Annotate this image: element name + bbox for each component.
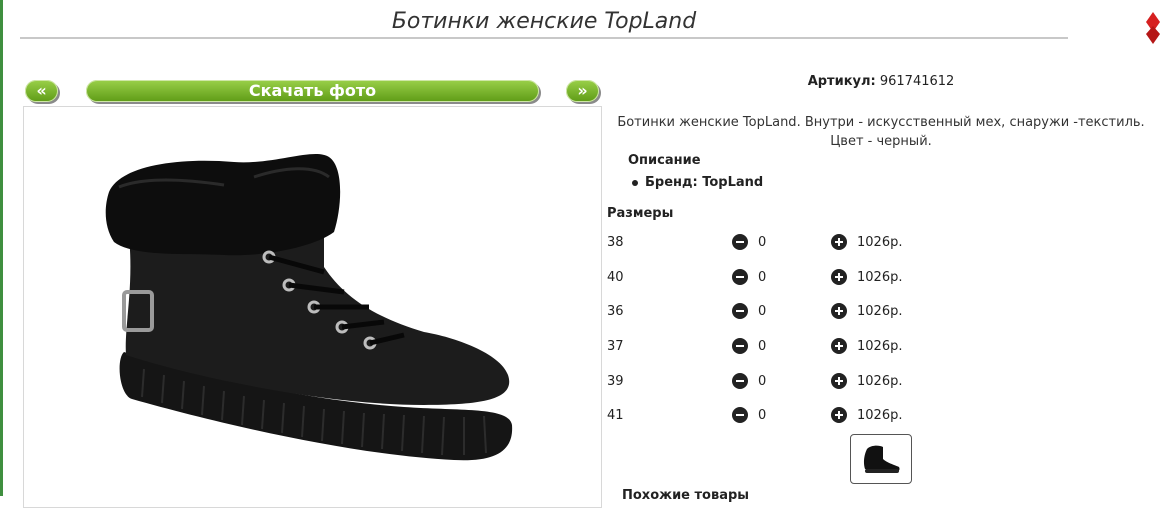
quantity-value: 0 — [758, 235, 767, 250]
bullet-icon — [632, 179, 638, 186]
size-row: 39 0 1026р. — [607, 372, 1027, 392]
size-row: 40 0 1026р. — [607, 268, 1027, 288]
minus-circle-icon[interactable] — [732, 407, 748, 423]
quantity-value: 0 — [758, 374, 767, 389]
sizes-heading: Размеры — [607, 206, 674, 221]
next-photo-button[interactable]: » — [566, 80, 599, 102]
boot-thumbnail-image — [863, 445, 900, 473]
left-border-line — [0, 0, 3, 496]
plus-circle-icon[interactable] — [831, 407, 847, 423]
size-value: 37 — [607, 339, 624, 354]
page-title: Ботинки женские TopLand — [20, 6, 1068, 39]
article-label: Артикул: — [807, 74, 876, 89]
price-value: 1026р. — [857, 270, 903, 285]
download-photo-button[interactable]: Скачать фото — [86, 80, 539, 102]
plus-circle-icon[interactable] — [831, 269, 847, 285]
price-value: 1026р. — [857, 408, 903, 423]
brand-text: Бренд: TopLand — [645, 175, 764, 190]
size-row: 37 0 1026р. — [607, 337, 1027, 357]
article-line: Артикул: 961741612 — [605, 74, 1157, 89]
boot-image — [105, 153, 513, 461]
product-description: Ботинки женские TopLand. Внутри - искусс… — [617, 115, 1145, 149]
price-value: 1026р. — [857, 304, 903, 319]
size-row: 41 0 1026р. — [607, 406, 1027, 426]
plus-circle-icon[interactable] — [831, 338, 847, 354]
price-value: 1026р. — [857, 235, 903, 250]
price-value: 1026р. — [857, 374, 903, 389]
plus-circle-icon[interactable] — [831, 303, 847, 319]
quantity-value: 0 — [758, 304, 767, 319]
size-value: 38 — [607, 235, 624, 250]
size-value: 36 — [607, 304, 624, 319]
plus-circle-icon[interactable] — [831, 234, 847, 250]
minus-circle-icon[interactable] — [732, 373, 748, 389]
size-value: 40 — [607, 270, 624, 285]
red-diamond-icon[interactable] — [1146, 12, 1160, 44]
quantity-value: 0 — [758, 408, 767, 423]
size-row: 38 0 1026р. — [607, 233, 1027, 253]
minus-circle-icon[interactable] — [732, 234, 748, 250]
price-value: 1026р. — [857, 339, 903, 354]
plus-circle-icon[interactable] — [831, 373, 847, 389]
quantity-value: 0 — [758, 339, 767, 354]
minus-circle-icon[interactable] — [732, 269, 748, 285]
product-photo[interactable] — [23, 106, 602, 508]
prev-photo-button[interactable]: « — [25, 80, 58, 102]
minus-circle-icon[interactable] — [732, 303, 748, 319]
size-value: 41 — [607, 408, 624, 423]
quantity-value: 0 — [758, 270, 767, 285]
brand-list-item: Бренд: TopLand — [632, 175, 763, 190]
description-heading: Описание — [628, 153, 701, 168]
size-row: 36 0 1026р. — [607, 302, 1027, 322]
article-value: 961741612 — [879, 74, 955, 89]
size-value: 39 — [607, 374, 624, 389]
minus-circle-icon[interactable] — [732, 338, 748, 354]
product-thumbnail[interactable] — [850, 434, 912, 484]
